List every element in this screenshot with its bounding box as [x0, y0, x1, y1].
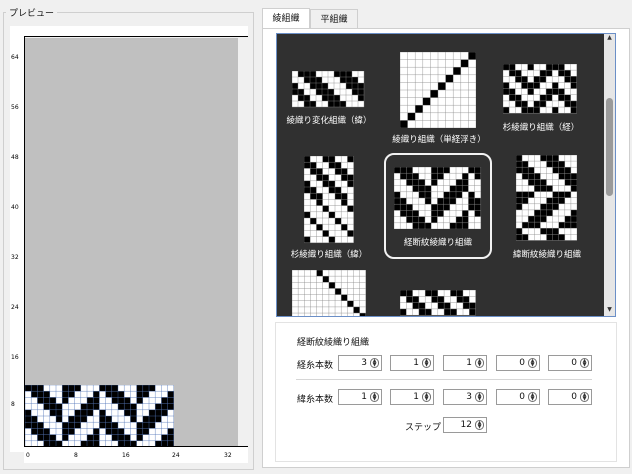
- tile-label: 経断紋綾織り組織: [403, 238, 472, 248]
- ruler-bottom-label: 24: [172, 452, 180, 459]
- weave-tile-twill-variation-weft[interactable]: [292, 71, 366, 109]
- ruler-bottom-label: 32: [224, 452, 232, 459]
- spinner-value: 0: [571, 358, 577, 368]
- tile-label: 綾織り組織（単経浮き）: [392, 135, 486, 145]
- weft-count-spinner[interactable]: 3 ▲ ▼: [443, 389, 487, 405]
- preview-title: プレビュー: [6, 6, 58, 19]
- spinner-value: 3: [361, 358, 367, 368]
- weave-tile-partial[interactable]: [292, 270, 366, 316]
- scroll-up-arrow-icon[interactable]: ▲: [604, 34, 615, 44]
- spinner-arrows-icon[interactable]: ▲ ▼: [528, 392, 537, 402]
- weave-tile-warp-broken-twill[interactable]: [394, 167, 482, 229]
- spinner-arrows-icon[interactable]: ▲ ▼: [580, 392, 589, 402]
- weave-tile-partial[interactable]: [400, 290, 476, 316]
- warp-count-spinner[interactable]: 3 ▲ ▼: [338, 355, 382, 371]
- weft-count-label: 緯糸本数: [297, 395, 334, 405]
- spinner-arrows-icon[interactable]: ▲ ▼: [528, 358, 537, 368]
- ruler-left-label: 40: [11, 204, 19, 211]
- spinner-value: 1: [413, 392, 419, 402]
- ruler-bottom-label: 16: [122, 452, 130, 459]
- spinner-value: 0: [571, 392, 577, 402]
- spinner-arrows-icon[interactable]: ▲ ▼: [370, 358, 379, 368]
- ruler-left: [10, 36, 25, 452]
- scrollbar-thumb[interactable]: [606, 98, 613, 196]
- ruler-bottom: [24, 446, 248, 463]
- spinner-arrows-icon[interactable]: ▲ ▼: [580, 358, 589, 368]
- weft-count-spinner[interactable]: 0 ▲ ▼: [496, 389, 540, 405]
- step-spinner[interactable]: 12 ▲ ▼: [443, 417, 487, 433]
- scroll-down-arrow-icon[interactable]: ▼: [604, 306, 615, 316]
- spinner-arrows-icon[interactable]: ▲ ▼: [422, 358, 431, 368]
- weft-count-spinner[interactable]: 1 ▲ ▼: [338, 389, 382, 405]
- spinner-value: 1: [361, 392, 367, 402]
- params-title: 経断紋綾織り組織: [297, 338, 370, 348]
- tile-label: 綾織り変化組織（緯）: [286, 116, 372, 126]
- ruler-bottom-label: 0: [26, 452, 30, 459]
- ruler-left-label: 8: [11, 401, 15, 408]
- warp-count-label: 経糸本数: [297, 361, 334, 371]
- warp-count-spinner[interactable]: 0 ▲ ▼: [548, 355, 592, 371]
- ruler-left-label: 24: [11, 304, 19, 311]
- spinner-arrows-icon[interactable]: ▲ ▼: [475, 392, 484, 402]
- spinner-value: 3: [466, 392, 472, 402]
- ruler-left-label: 16: [11, 354, 19, 361]
- spinner-arrows-icon[interactable]: ▲ ▼: [422, 392, 431, 402]
- spinner-value: 1: [466, 358, 472, 368]
- ruler-bottom-label: 8: [74, 452, 78, 459]
- weave-tile-twill-single-warp[interactable]: [400, 52, 476, 128]
- gallery-scrollbar[interactable]: ▲ ▼: [604, 34, 615, 316]
- warp-count-spinner[interactable]: 1 ▲ ▼: [390, 355, 434, 371]
- ruler-left-label: 48: [11, 154, 19, 161]
- ruler-top: [10, 26, 248, 37]
- weave-tile-herringbone-warp[interactable]: [503, 64, 577, 114]
- preview-pattern: [25, 385, 174, 446]
- spinner-value: 12: [460, 420, 472, 430]
- tab-twill[interactable]: 綾組織: [262, 8, 310, 30]
- warp-count-spinner[interactable]: 1 ▲ ▼: [443, 355, 487, 371]
- weft-count-spinner[interactable]: 0 ▲ ▼: [548, 389, 592, 405]
- weave-tile-herringbone-weft[interactable]: [304, 156, 354, 244]
- spinner-value: 0: [519, 358, 525, 368]
- tab-plain[interactable]: 平組織: [310, 9, 358, 29]
- ruler-left-label: 64: [11, 54, 19, 61]
- tile-label: 緯断紋綾織り組織: [512, 250, 581, 260]
- spinner-arrows-icon[interactable]: ▲ ▼: [475, 420, 484, 430]
- spinner-arrows-icon[interactable]: ▲ ▼: [370, 392, 379, 402]
- weft-count-spinner[interactable]: 1 ▲ ▼: [390, 389, 434, 405]
- spinner-value: 0: [519, 392, 525, 402]
- tile-label: 杉綾織り組織（緯）: [290, 250, 368, 260]
- spinner-value: 1: [413, 358, 419, 368]
- tile-label: 杉綾織り組織（経）: [502, 123, 580, 133]
- weave-tile-weft-broken-twill[interactable]: [516, 155, 577, 243]
- warp-count-spinner[interactable]: 0 ▲ ▼: [496, 355, 540, 371]
- divider: [296, 379, 592, 380]
- ruler-left-label: 32: [11, 254, 19, 261]
- ruler-left-label: 56: [11, 104, 19, 111]
- spinner-arrows-icon[interactable]: ▲ ▼: [475, 358, 484, 368]
